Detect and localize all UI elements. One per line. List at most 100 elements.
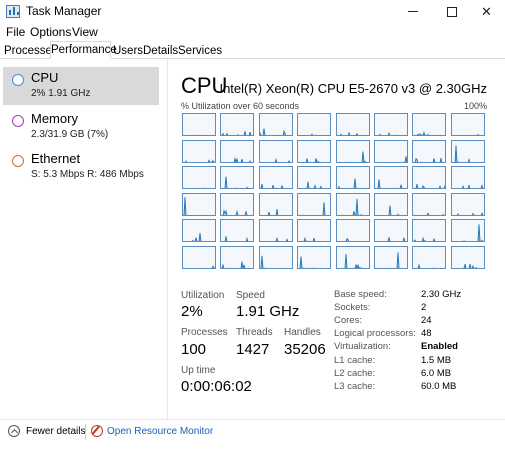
spec-value: 60.0 MB bbox=[421, 381, 457, 392]
menu-view[interactable]: View bbox=[72, 25, 98, 39]
logical-processor-graph bbox=[258, 192, 293, 216]
logical-processor-graph bbox=[297, 113, 332, 136]
close-icon: ✕ bbox=[481, 3, 492, 19]
utilization-line bbox=[300, 181, 323, 188]
utilization-line bbox=[413, 236, 443, 241]
logical-processor-graph bbox=[450, 219, 485, 242]
utilization-value: 2% bbox=[181, 303, 203, 320]
logical-processor-graph bbox=[297, 219, 332, 242]
utilization-line bbox=[221, 261, 250, 268]
ethernet-graph-icon bbox=[12, 155, 24, 167]
threads-label: Threads bbox=[236, 327, 273, 338]
logical-processor-graph bbox=[335, 245, 370, 269]
logical-processor-graph bbox=[412, 139, 447, 163]
tab-performance[interactable]: Performance bbox=[50, 41, 117, 59]
utilization-line bbox=[385, 237, 407, 241]
logical-processor-graph bbox=[258, 139, 293, 163]
utilization-line bbox=[377, 155, 407, 162]
tab-users[interactable]: Users bbox=[112, 42, 143, 59]
title-bar: Task Manager ✕ bbox=[0, 0, 505, 23]
logical-processor-graph bbox=[182, 139, 216, 163]
spec-label: L3 cache: bbox=[334, 381, 376, 392]
window-title: Task Manager bbox=[26, 4, 102, 18]
utilization-line bbox=[455, 211, 484, 215]
processes-value: 100 bbox=[181, 341, 207, 358]
tab-details[interactable]: Details bbox=[142, 42, 178, 59]
utilization-line bbox=[185, 158, 215, 162]
logical-processor-graph bbox=[335, 219, 370, 242]
utilization-line bbox=[221, 236, 252, 241]
tab-services[interactable]: Services bbox=[177, 42, 222, 59]
sidebar-item-title: Memory bbox=[31, 111, 78, 126]
menu-options[interactable]: Options bbox=[30, 25, 71, 39]
logical-processor-graph bbox=[258, 113, 293, 136]
utilization-line bbox=[260, 208, 291, 215]
logical-processor-graph bbox=[182, 219, 216, 242]
utilization-line bbox=[191, 264, 215, 268]
utilization-line bbox=[452, 263, 482, 268]
logical-processor-graph bbox=[412, 219, 447, 242]
close-button[interactable]: ✕ bbox=[468, 0, 505, 23]
utilization-line bbox=[341, 237, 366, 241]
utilization-line bbox=[463, 133, 484, 135]
spec-label: Virtualization: bbox=[334, 341, 391, 352]
spec-value: 2.30 GHz bbox=[421, 289, 462, 300]
sidebar-item-memory[interactable]: Memory 2.3/31.9 GB (7%) bbox=[3, 108, 159, 146]
logical-processor-graph bbox=[182, 245, 216, 269]
footer-bar: Fewer details Open Resource Monitor bbox=[0, 419, 505, 450]
tab-processes[interactable]: Processes bbox=[3, 42, 58, 59]
utilization-line bbox=[183, 233, 215, 241]
logical-processor-graph bbox=[374, 219, 408, 242]
logical-processor-graph bbox=[220, 245, 255, 269]
maximize-button[interactable] bbox=[433, 0, 470, 23]
sidebar-item-subtitle: 2.3/31.9 GB (7%) bbox=[31, 129, 109, 140]
utilization-line bbox=[377, 251, 400, 268]
logical-processor-graph bbox=[374, 245, 408, 269]
sidebar-item-cpu[interactable]: CPU 2% 1.91 GHz bbox=[3, 67, 159, 105]
logical-processor-graph bbox=[258, 219, 293, 242]
fewer-details-button[interactable]: Fewer details bbox=[26, 426, 85, 437]
logical-processor-graph bbox=[374, 166, 408, 189]
sidebar-item-subtitle: S: 5.3 Mbps R: 486 Mbps bbox=[31, 169, 144, 180]
resource-monitor-icon bbox=[91, 425, 103, 437]
minimize-icon bbox=[407, 11, 418, 12]
sidebar-item-title: CPU bbox=[31, 70, 59, 85]
logical-processor-graph bbox=[450, 113, 485, 136]
logical-processor-graph bbox=[220, 166, 255, 189]
utilization-caption: % Utilization over 60 seconds bbox=[181, 101, 300, 111]
utilization-line bbox=[415, 183, 446, 188]
utilization-line bbox=[461, 183, 484, 188]
spec-label: Cores: bbox=[334, 315, 362, 326]
menu-bar: File Options View bbox=[0, 23, 505, 41]
utilization-line bbox=[341, 198, 369, 215]
logical-processor-graph bbox=[412, 166, 447, 189]
speed-value: 1.91 GHz bbox=[236, 303, 300, 320]
logical-processor-graph bbox=[182, 166, 216, 189]
logical-processor-graph bbox=[297, 245, 332, 269]
sidebar-item-ethernet[interactable]: Ethernet S: 5.3 Mbps R: 486 Mbps bbox=[3, 148, 159, 186]
spec-value: 24 bbox=[421, 315, 432, 326]
logical-processor-graph bbox=[297, 166, 332, 189]
logical-processor-graph bbox=[450, 166, 485, 189]
threads-value: 1427 bbox=[236, 341, 270, 358]
utilization-line bbox=[224, 176, 254, 188]
spec-value: 48 bbox=[421, 328, 432, 339]
utilization-line bbox=[462, 224, 484, 241]
utilization-line bbox=[339, 132, 358, 135]
sidebar-item-title: Ethernet bbox=[31, 151, 81, 166]
cpu-detail-panel: CPU Intel(R) Xeon(R) CPU E5-2670 v3 @ 2.… bbox=[168, 59, 505, 419]
menu-file[interactable]: File bbox=[6, 25, 25, 39]
utilization-line bbox=[298, 256, 318, 268]
chevron-up-icon[interactable] bbox=[8, 425, 20, 437]
logical-processor-graph bbox=[335, 113, 370, 136]
utilization-line bbox=[221, 131, 252, 135]
open-resource-monitor-link[interactable]: Open Resource Monitor bbox=[107, 426, 213, 437]
utilization-line bbox=[417, 262, 446, 268]
logical-processor-graph bbox=[450, 139, 485, 163]
utilization-line bbox=[417, 131, 444, 135]
maximize-icon bbox=[446, 6, 457, 17]
minimize-button[interactable] bbox=[394, 0, 431, 23]
utilization-line bbox=[192, 187, 212, 188]
utilization-line bbox=[344, 253, 369, 268]
spec-value: 2 bbox=[421, 302, 427, 313]
